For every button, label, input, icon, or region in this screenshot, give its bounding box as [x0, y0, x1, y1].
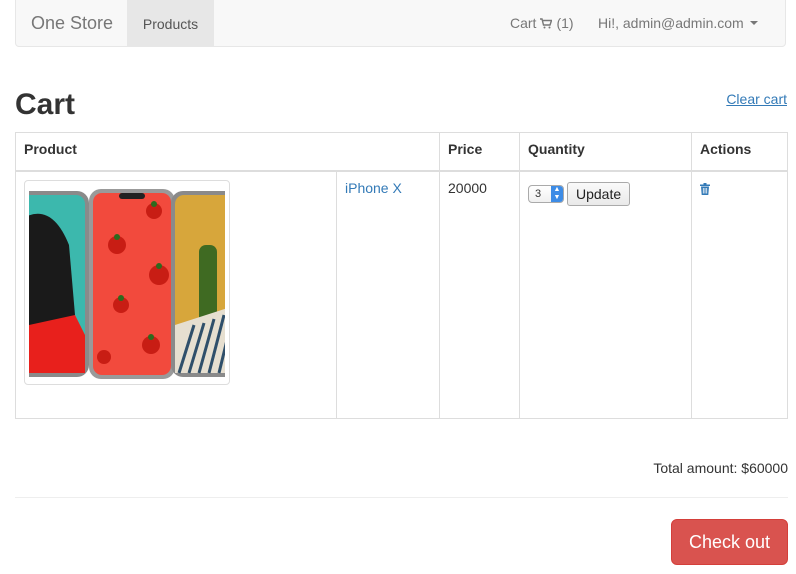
- product-image-cell: [15, 170, 337, 419]
- product-link[interactable]: iPhone X: [345, 180, 402, 196]
- nav-cart[interactable]: Cart (1): [510, 15, 574, 31]
- product-name-cell: iPhone X: [336, 170, 440, 419]
- actions-cell: [691, 170, 788, 419]
- nav-products[interactable]: Products: [127, 0, 214, 47]
- caret-down-icon: [749, 21, 758, 25]
- table-header-row: Product Price Quantity Actions: [15, 132, 788, 172]
- quantity-value: 3: [535, 188, 542, 200]
- iphone-product-photo: [29, 185, 225, 380]
- cart-count: (1): [556, 15, 574, 31]
- trash-icon: [700, 183, 710, 195]
- user-menu[interactable]: Hi!, admin@admin.com: [598, 15, 758, 31]
- quantity-cell: 3 ▲ ▼ Update: [519, 170, 692, 419]
- user-label: Hi!, admin@admin.com: [598, 15, 744, 31]
- clear-cart-link[interactable]: Clear cart: [726, 91, 787, 107]
- update-button[interactable]: Update: [567, 182, 631, 206]
- page-title: Cart: [15, 88, 76, 121]
- header-product: Product: [15, 132, 440, 172]
- total-amount: Total amount: $60000: [653, 460, 788, 476]
- divider: [15, 497, 788, 498]
- quantity-form: 3 ▲ ▼ Update: [528, 182, 683, 206]
- nav-products-label: Products: [142, 15, 199, 32]
- navbar: One Store Products Cart (1) Hi!, admin@a…: [15, 0, 786, 47]
- header-actions: Actions: [691, 132, 788, 172]
- header-quantity: Quantity: [519, 132, 692, 172]
- table-row: iPhone X 20000 3 ▲ ▼ Update: [15, 170, 788, 419]
- remove-item-button[interactable]: [700, 182, 710, 198]
- product-image: [24, 180, 230, 385]
- checkout-button[interactable]: Check out: [671, 519, 788, 565]
- cart-table: Product Price Quantity Actions iPhone X …: [15, 132, 788, 419]
- cart-label: Cart: [510, 15, 537, 31]
- shopping-cart-icon: [540, 17, 553, 28]
- price-cell: 20000: [439, 170, 520, 419]
- header-price: Price: [439, 132, 520, 172]
- quantity-stepper[interactable]: 3 ▲ ▼: [528, 185, 564, 203]
- brand-link[interactable]: One Store: [31, 13, 113, 34]
- stepper-arrows-icon[interactable]: ▲ ▼: [551, 186, 563, 202]
